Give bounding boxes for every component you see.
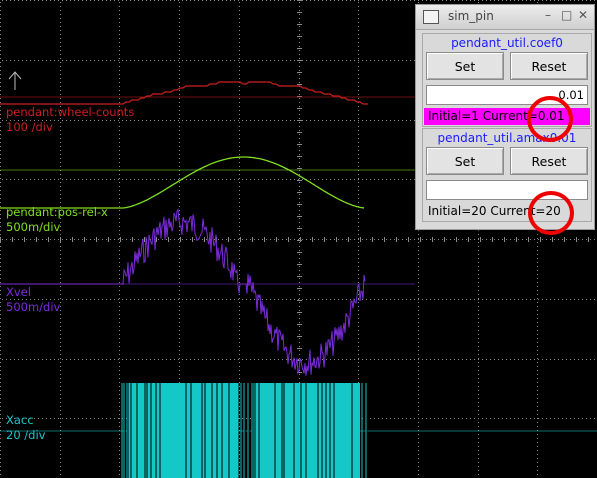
red-circle-annotation xyxy=(527,96,573,142)
window-titlebar[interactable]: sim_pin – □ ✕ xyxy=(416,5,594,30)
set-button[interactable]: Set xyxy=(426,52,504,80)
trace-name: pendant:pos-rel-x xyxy=(6,205,108,219)
trace-label-pos-rel-x: pendant:pos-rel-x 500m/div xyxy=(6,205,108,235)
maximize-icon[interactable]: □ xyxy=(561,8,572,22)
trace-name: pendant:wheel-counts xyxy=(6,105,135,119)
window-title: sim_pin xyxy=(448,9,494,23)
trace-name: Xvel xyxy=(6,285,31,299)
pos-rel-x-trace xyxy=(0,156,365,209)
close-icon[interactable]: ✕ xyxy=(578,8,588,22)
wheel-counts-trace xyxy=(0,81,368,105)
trace-scale: 100 /div xyxy=(6,120,53,134)
window-icon xyxy=(423,10,439,24)
reset-button[interactable]: Reset xyxy=(510,147,588,175)
set-button[interactable]: Set xyxy=(426,147,504,175)
trace-scale: 500m/div xyxy=(6,220,61,234)
up-arrow-icon xyxy=(8,71,22,90)
trace-label-wheel-counts: pendant:wheel-counts 100 /div xyxy=(6,105,134,135)
trace-name: Xacc xyxy=(6,413,34,427)
xacc-trace xyxy=(121,383,368,478)
reset-button[interactable]: Reset xyxy=(510,52,588,80)
red-circle-annotation xyxy=(528,191,574,235)
trace-label-xacc: Xacc 20 /div xyxy=(6,413,45,443)
pin-name: pendant_util.coef0 xyxy=(451,36,563,50)
trace-scale: 500m/div xyxy=(6,300,61,314)
trace-label-xvel: Xvel 500m/div xyxy=(6,285,60,315)
trace-scale: 20 /div xyxy=(6,428,46,442)
minimize-icon[interactable]: – xyxy=(545,8,551,22)
